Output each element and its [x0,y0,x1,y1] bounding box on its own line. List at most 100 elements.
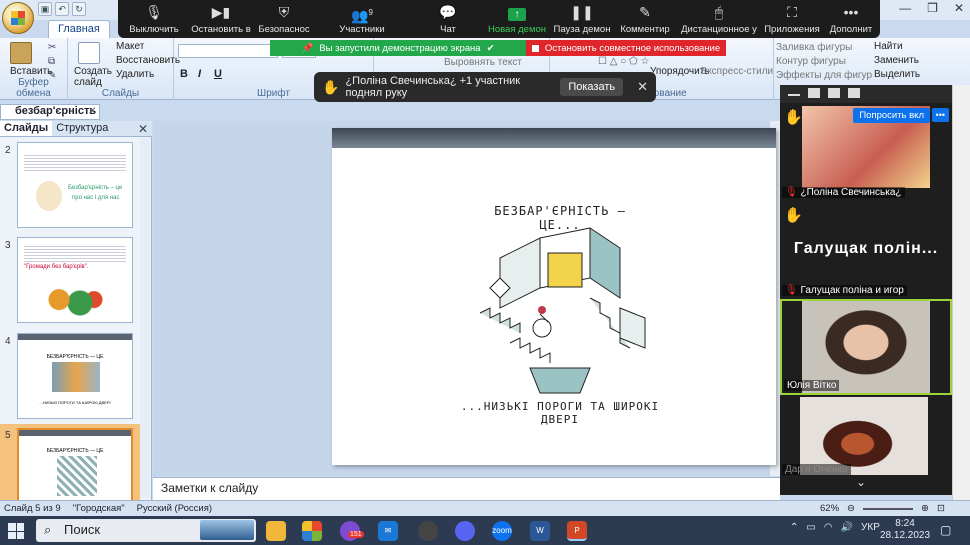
shape-outline-button[interactable]: Контур фигуры [776,56,846,67]
new-slide-button[interactable]: Создать [74,66,112,77]
powerpoint-icon[interactable]: P [567,521,587,541]
close-icon[interactable]: ✕ [138,122,148,136]
word-icon[interactable]: W [530,521,550,541]
layout-button[interactable]: Макет [116,41,144,52]
close-icon[interactable]: ✕ [637,79,648,95]
ask-to-unmute-button[interactable]: Попросить вкл [853,108,930,123]
tab-outline[interactable]: Структура [52,121,112,136]
clipboard-group: Вставить ✂ ⧉ ✎ Буфер обмена [0,38,68,100]
restore-icon[interactable]: ❐ [927,1,938,15]
app-icon[interactable] [418,521,438,541]
chevron-down-icon[interactable]: ⌄ [856,475,866,489]
thumb-top-bar [19,430,131,436]
more-button[interactable]: ••• Дополнит [824,4,878,35]
thumb-caption: ...НИЗЬКІ ПОРОГИ ТА ШИРОКІ ДВЕРІ [39,400,111,405]
store-icon[interactable] [302,521,322,541]
chat-button[interactable]: 💬 Чат [418,4,478,35]
tab-home[interactable]: Главная [48,20,110,38]
delete-slide-button[interactable]: Удалить [116,69,154,80]
volume-icon[interactable]: 🔊 [841,522,853,533]
zoom-out-icon[interactable]: ⊖ [847,503,855,514]
gallery-view-icon[interactable] [848,88,860,98]
keyboard-language[interactable]: УКР [861,522,880,533]
slide-counter: Слайд 5 из 9 [4,503,61,514]
annotate-button[interactable]: ✎ Комментир [614,4,676,35]
mute-button[interactable]: 🎙 Выключить [124,4,184,35]
align-text-button[interactable]: Выровнять текст [444,57,522,68]
reset-button[interactable]: Восстановить [116,55,180,66]
find-button[interactable]: Найти [874,41,903,52]
thumb-title: БЕЗБАР'ЄРНІСТЬ — ЦЕ [46,354,104,360]
undo-icon[interactable]: ↶ [55,2,69,16]
participant-tile[interactable]: Дарʼя Огієнко [780,397,952,477]
mail-icon[interactable]: ✉ [378,521,398,541]
copy-icon[interactable]: ⧉ [48,56,55,67]
cut-icon[interactable]: ✂ [48,42,56,53]
participant-tile[interactable]: ✋ Галущак полін... 🎙 Галущак поліна и иг… [780,202,952,298]
shape-effects-button[interactable]: Эффекты для фигур [776,70,872,81]
shapes-gallery[interactable]: ☐ △ ○ ⬠ ☆ [598,56,649,67]
italic-icon[interactable]: I [198,68,201,80]
participants-button[interactable]: 👥9 Участники [332,4,392,35]
panel-view-controls [780,85,952,103]
discord-icon[interactable] [455,521,475,541]
save-icon[interactable]: ▣ [38,2,52,16]
replace-button[interactable]: Заменить [874,55,919,66]
show-button[interactable]: Показать [560,78,624,96]
muted-icon: 🎙 [785,187,798,198]
remote-control-button[interactable]: 🖱 Дистанционное у [678,4,760,35]
file-explorer-icon[interactable] [266,521,286,541]
window-scrollbar[interactable] [952,85,970,500]
select-button[interactable]: Выделить [874,69,920,80]
more-options-button[interactable]: ••• [931,108,949,122]
minimize-panel-icon[interactable] [788,94,800,96]
security-button[interactable]: ⛨ Безопаснос [254,4,314,35]
speaker-view-icon[interactable] [828,88,840,98]
single-view-icon[interactable] [808,88,820,98]
paste-icon[interactable] [10,42,32,64]
bold-icon[interactable]: B [180,68,188,80]
zoom-in-icon[interactable]: ⊕ [921,503,929,514]
slide-number: 4 [5,336,11,347]
new-slide-icon[interactable] [78,42,100,64]
shape-fill-button[interactable]: Заливка фигуры [776,42,852,53]
zoom-app-icon[interactable]: zoom [492,521,512,541]
thumbnail-scrollbar[interactable] [140,138,150,498]
pause-icon: ❚❚ [570,4,594,20]
redo-icon[interactable]: ↻ [72,2,86,16]
pause-share-button[interactable]: ❚❚ Пауза демон [552,4,612,35]
quick-styles-button[interactable]: Экспресс-стили [700,66,773,77]
thumb-title: Безбар'єрність – це [68,185,123,191]
stop-share-button[interactable]: Остановить совместное использование [526,40,726,56]
underline-icon[interactable]: U [214,68,222,80]
thumb-image [57,456,97,496]
slide-thumbnail[interactable]: "Громади без бар'єрів". [17,237,133,323]
notes-pane[interactable]: Заметки к слайду [153,477,780,500]
slide-thumbnail[interactable]: БЕЗБАР'ЄРНІСТЬ — ЦЕ ...НИЗЬКІ ПОРОГИ ТА … [17,333,133,419]
wifi-icon[interactable]: ◠ [824,522,833,533]
close-icon[interactable]: ✕ [954,1,964,15]
minimize-icon[interactable]: — [899,1,911,15]
stop-video-button[interactable]: ▶▮ Остановить в [188,4,254,35]
zoom-level[interactable]: 62% [820,503,839,514]
chevron-up-icon[interactable]: ⌃ [790,522,798,533]
close-icon[interactable]: ✕ [88,106,96,117]
battery-icon[interactable]: ▭ [806,522,815,533]
tab-slides[interactable]: Слайды [0,121,53,136]
fit-slide-icon[interactable]: ⊡ [937,503,945,514]
windows-start-icon[interactable] [8,523,24,539]
new-share-button[interactable]: ↑ Новая демон [486,4,548,35]
clock[interactable]: 8:24 28.12.2023 [880,518,930,542]
notifications-icon[interactable]: ▢ [940,523,951,537]
office-button[interactable] [2,2,34,34]
paste-button[interactable]: Вставить [10,66,52,77]
participant-display-name: Галущак полін... [793,240,939,257]
language-indicator[interactable]: Русский (Россия) [137,503,212,514]
zoom-slider[interactable] [862,507,913,510]
document-tab[interactable]: безбар'єрність [0,104,100,120]
participant-tile-active-speaker[interactable]: Юлія Вітко [780,299,952,395]
font-name-field[interactable] [178,44,278,58]
participant-tile[interactable]: ✋ Попросить вкл ••• 🎙 ¿Поліна Свечинська… [780,104,952,200]
slide-thumbnail[interactable]: Безбар'єрність – це про нас і для нас [17,142,133,228]
apps-button[interactable]: ⛶ Приложения [762,4,822,35]
